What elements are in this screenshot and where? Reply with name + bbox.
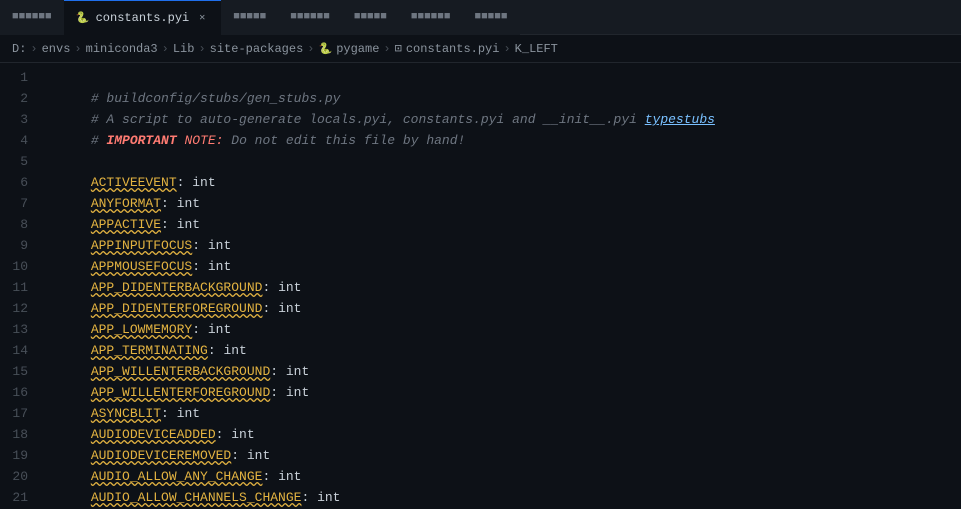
tab-6[interactable]: ■■■■■■	[399, 0, 463, 35]
tab-5[interactable]: ■■■■■	[342, 0, 399, 35]
tab-4-label: ■■■■■■	[290, 11, 330, 23]
breadcrumb-drive[interactable]: D:	[12, 42, 26, 56]
tab-bar: ■■■■■■ 🐍 constants.pyi ✕ ■■■■■ ■■■■■■ ■■…	[0, 0, 961, 35]
tab-7-label: ■■■■■	[474, 11, 507, 23]
breadcrumb-pygame[interactable]: pygame	[336, 42, 379, 56]
breadcrumb-file-icon: ⊡	[395, 41, 402, 56]
tab-constants-label: constants.pyi	[96, 11, 190, 25]
tab-3-label: ■■■■■	[233, 11, 266, 23]
line-numbers: 1 2 3 4 5 6 7 8 9 10 11 12 13 14 15 16 1…	[0, 63, 40, 509]
close-icon[interactable]: ✕	[195, 11, 209, 25]
tab-7[interactable]: ■■■■■	[462, 0, 519, 35]
breadcrumb-site-packages[interactable]: site-packages	[210, 42, 304, 56]
tab-constants-pyi[interactable]: 🐍 constants.pyi ✕	[64, 0, 222, 35]
tab-5-label: ■■■■■	[354, 11, 387, 23]
breadcrumb-lib[interactable]: Lib	[173, 42, 195, 56]
breadcrumb-pygame-icon: 🐍	[318, 42, 332, 56]
tab-1[interactable]: ■■■■■■	[0, 0, 64, 35]
code-line-1: # buildconfig/stubs/gen_stubs.py	[44, 67, 961, 88]
breadcrumb-symbol[interactable]: K_LEFT	[515, 42, 558, 56]
tab-3[interactable]: ■■■■■	[221, 0, 278, 35]
code-area[interactable]: # buildconfig/stubs/gen_stubs.py # A scr…	[40, 63, 961, 509]
tab-6-label: ■■■■■■	[411, 11, 451, 23]
breadcrumb: D: › envs › miniconda3 › Lib › site-pack…	[0, 35, 961, 63]
breadcrumb-file[interactable]: constants.pyi	[406, 42, 500, 56]
breadcrumb-envs[interactable]: envs	[42, 42, 71, 56]
tab-4[interactable]: ■■■■■■	[278, 0, 342, 35]
editor: 1 2 3 4 5 6 7 8 9 10 11 12 13 14 15 16 1…	[0, 63, 961, 509]
code-line-5: ACTIVEEVENT: int	[44, 151, 961, 172]
tab-1-label: ■■■■■■	[12, 11, 52, 23]
breadcrumb-miniconda[interactable]: miniconda3	[86, 42, 158, 56]
python-icon: 🐍	[76, 11, 90, 25]
